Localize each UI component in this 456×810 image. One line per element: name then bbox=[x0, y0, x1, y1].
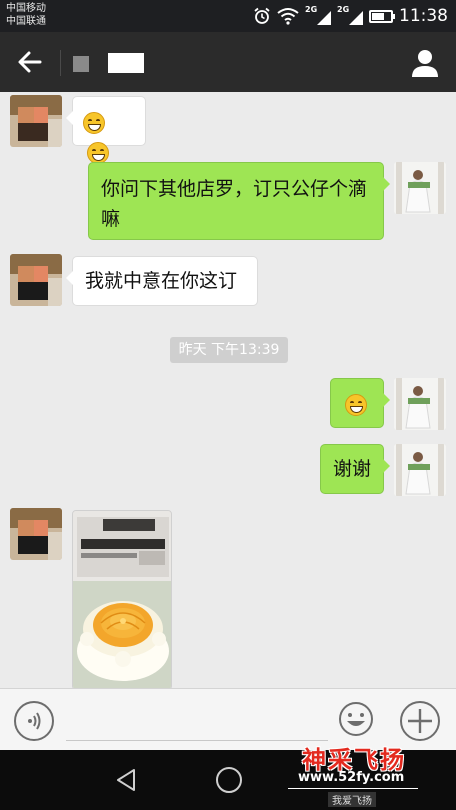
message-bubble-outgoing[interactable]: 你问下其他店罗，订只公仔个滴嘛 bbox=[88, 162, 390, 240]
message-bubble-incoming[interactable] bbox=[66, 96, 146, 164]
carrier-1: 中国移动 bbox=[6, 3, 46, 14]
arrow-left-icon[interactable] bbox=[14, 46, 46, 78]
cake-photo[interactable] bbox=[72, 510, 172, 688]
title-divider bbox=[60, 50, 61, 76]
watermark-line bbox=[288, 788, 418, 789]
voice-icon[interactable] bbox=[14, 701, 54, 741]
contact-name-redacted-a bbox=[73, 56, 89, 72]
carrier-info: 中国移动 中国联通 bbox=[6, 2, 46, 28]
status-icons: 2G 2G 11:38 bbox=[253, 4, 448, 28]
triangle-back-icon[interactable] bbox=[112, 766, 140, 794]
message-text: 你问下其他店罗，订只公仔个滴嘛 bbox=[101, 178, 368, 230]
message-text: 谢谢 bbox=[333, 458, 372, 480]
wifi-icon bbox=[277, 8, 299, 25]
my-avatar[interactable] bbox=[394, 444, 446, 496]
carrier-2: 中国联通 bbox=[6, 16, 46, 27]
contact-avatar[interactable] bbox=[10, 508, 62, 560]
plus-icon[interactable] bbox=[400, 701, 440, 741]
battery-icon bbox=[369, 9, 395, 23]
my-avatar[interactable] bbox=[394, 378, 446, 430]
grin-emoji bbox=[87, 141, 109, 164]
my-avatar[interactable] bbox=[394, 162, 446, 214]
message-timestamp: 昨天 下午13:39 bbox=[170, 337, 288, 363]
watermark-sub: 我爱飞扬 bbox=[328, 792, 376, 807]
grin-emoji bbox=[83, 111, 105, 134]
message-text: 我就中意在你这订 bbox=[85, 270, 238, 292]
alarm-icon bbox=[254, 7, 270, 24]
chat-area[interactable]: 你问下其他店罗，订只公仔个滴嘛 我就中意在你这订 昨天 下午13:39 谢谢 bbox=[0, 92, 456, 688]
network-type-2: 2G bbox=[337, 5, 350, 14]
contact-avatar[interactable] bbox=[10, 95, 62, 147]
network-type-1: 2G bbox=[305, 5, 318, 14]
grin-emoji bbox=[345, 393, 367, 416]
contact-avatar[interactable] bbox=[10, 254, 62, 306]
circle-home-icon[interactable] bbox=[216, 767, 242, 793]
status-bar: 中国移动 中国联通 2G 2G 11:38 bbox=[0, 0, 456, 32]
message-bubble-outgoing[interactable] bbox=[330, 378, 390, 428]
status-time: 11:38 bbox=[399, 6, 448, 26]
contact-name-redacted bbox=[108, 53, 144, 73]
chat-title-bar bbox=[0, 32, 456, 92]
message-input[interactable] bbox=[66, 699, 328, 741]
signal-icon: 2G bbox=[305, 5, 331, 27]
person-icon[interactable] bbox=[410, 48, 440, 78]
watermark-url: www.52fy.com bbox=[298, 770, 405, 785]
site-watermark: 神采飞扬 www.52fy.com 我爱飞扬 bbox=[288, 740, 448, 810]
message-bubble-outgoing[interactable]: 谢谢 bbox=[320, 444, 390, 494]
signal-icon: 2G bbox=[337, 5, 363, 27]
message-bubble-incoming[interactable]: 我就中意在你这订 bbox=[66, 256, 258, 306]
smiley-icon[interactable] bbox=[338, 701, 374, 737]
